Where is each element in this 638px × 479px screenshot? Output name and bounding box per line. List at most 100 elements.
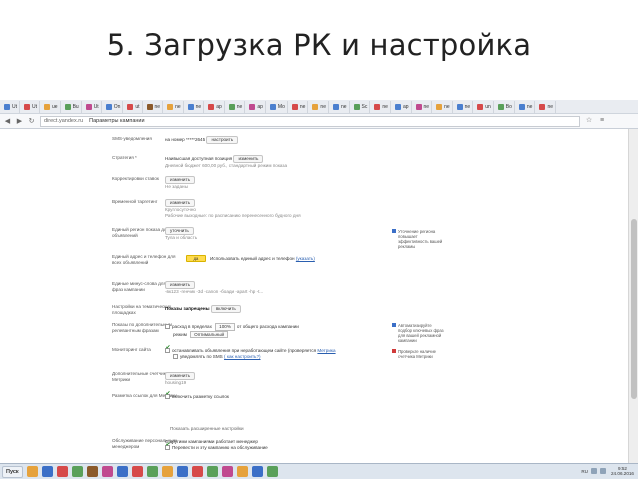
bookmark-item[interactable]: ne bbox=[434, 100, 453, 113]
back-icon[interactable]: ◀ bbox=[3, 117, 12, 126]
manager-checkbox[interactable] bbox=[165, 443, 171, 450]
language-indicator[interactable]: RU bbox=[581, 469, 588, 474]
bookmark-label: Bu bbox=[72, 103, 79, 110]
bookmark-item[interactable]: ne bbox=[517, 100, 536, 113]
taskbar-app-icon[interactable] bbox=[251, 466, 263, 477]
show-advanced-link[interactable]: Показать расширенные настройки bbox=[170, 426, 244, 431]
bookmark-item[interactable]: ne bbox=[310, 100, 329, 113]
taskbar-app-icon[interactable] bbox=[131, 466, 143, 477]
star-icon[interactable]: ☆ bbox=[585, 117, 593, 125]
negative-keywords-change-button[interactable]: изменить bbox=[165, 281, 195, 289]
manager-text: С другими кампаниями работает менеджер bbox=[165, 439, 258, 444]
sms-value: на номер *****2645 настроить bbox=[165, 136, 239, 144]
thematic-enable-button[interactable]: включить bbox=[210, 305, 241, 313]
bookmark-item[interactable]: ap bbox=[206, 100, 225, 113]
scrollbar-thumb[interactable] bbox=[631, 219, 637, 399]
time-targeting-change-button[interactable]: изменить bbox=[165, 199, 195, 207]
bookmark-item[interactable]: ue bbox=[42, 100, 61, 113]
bookmark-label: ne bbox=[526, 103, 533, 110]
taskbar-app-icon[interactable] bbox=[41, 466, 53, 477]
clock[interactable]: 9:52 24.06.2016 bbox=[611, 466, 634, 476]
bookmark-favicon-icon bbox=[44, 103, 50, 110]
bookmark-label: ne bbox=[299, 103, 306, 110]
bookmark-item[interactable]: ne bbox=[227, 100, 246, 113]
bookmark-item[interactable]: ne bbox=[414, 100, 433, 113]
taskbar-app-icon[interactable] bbox=[116, 466, 128, 477]
bookmark-item[interactable]: ne bbox=[165, 100, 184, 113]
how-to-setup-link[interactable]: ( как настроить?) bbox=[224, 354, 261, 359]
bookmark-item[interactable]: ne bbox=[186, 100, 205, 113]
address-specify-link[interactable]: (указать) bbox=[296, 256, 315, 261]
bookmark-item[interactable]: On bbox=[104, 100, 124, 113]
strategy-name: Наивысшая доступная позиция bbox=[165, 156, 233, 161]
taskbar-app-icon[interactable] bbox=[146, 466, 158, 477]
bookmark-item[interactable]: ne bbox=[290, 100, 309, 113]
bookmark-item[interactable]: ne bbox=[331, 100, 350, 113]
metrika-link[interactable]: Метрика bbox=[317, 348, 335, 353]
start-button[interactable]: Пуск bbox=[2, 465, 23, 478]
bookmark-label: un bbox=[485, 103, 491, 110]
bookmark-item[interactable]: ne bbox=[537, 100, 557, 113]
bookmark-item[interactable]: Ut bbox=[22, 100, 40, 113]
bookmark-item[interactable]: Mo bbox=[268, 100, 288, 113]
bookmark-label: ne bbox=[547, 103, 554, 110]
reload-icon[interactable]: ↻ bbox=[27, 117, 36, 126]
bookmark-item[interactable]: ne bbox=[145, 100, 164, 113]
menu-icon[interactable]: ≡ bbox=[598, 117, 606, 125]
taskbar-app-icon[interactable] bbox=[86, 466, 98, 477]
hint-text: Проверьте наличие счетчика Метрики bbox=[398, 349, 436, 359]
bookmark-item[interactable]: ne bbox=[372, 100, 391, 113]
bookmark-label: ue bbox=[52, 103, 58, 110]
link-tagging-checkbox[interactable] bbox=[165, 392, 171, 400]
url-input[interactable]: direct.yandex.ru Параметры кампании bbox=[40, 115, 580, 127]
taskbar-app-icon[interactable] bbox=[266, 466, 278, 477]
site-monitoring-checkbox[interactable] bbox=[165, 346, 171, 354]
extra-phrases-checkbox[interactable] bbox=[165, 324, 170, 330]
taskbar-app-icon[interactable] bbox=[26, 466, 38, 477]
bookmark-item[interactable]: ne bbox=[455, 100, 474, 113]
bookmark-item[interactable]: ut bbox=[125, 100, 143, 113]
taskbar-app-icon[interactable] bbox=[221, 466, 233, 477]
taskbar-app-icon[interactable] bbox=[206, 466, 218, 477]
volume-icon[interactable] bbox=[600, 468, 606, 474]
bookmark-item[interactable]: un bbox=[475, 100, 494, 113]
bookmark-favicon-icon bbox=[394, 103, 401, 110]
taskbar-app-icon[interactable] bbox=[176, 466, 188, 477]
strategy-change-button[interactable]: изменить bbox=[233, 155, 264, 163]
bookmark-item[interactable]: Bo bbox=[496, 100, 515, 113]
bookmark-item[interactable]: ap bbox=[393, 100, 412, 113]
start-label: Пуск bbox=[6, 468, 19, 475]
sms-phone: на номер *****2645 bbox=[165, 137, 206, 142]
region-refine-button[interactable]: уточнить bbox=[165, 227, 194, 235]
sms-setup-button[interactable]: настроить bbox=[206, 136, 239, 144]
network-icon[interactable] bbox=[591, 468, 597, 474]
tab-title[interactable]: Параметры кампании bbox=[89, 118, 144, 124]
bookmark-label: Ut bbox=[93, 103, 99, 110]
region-value: уточнить Тула и область bbox=[165, 227, 197, 241]
taskbar-app-icon[interactable] bbox=[191, 466, 203, 477]
extra-phrases-percent-select[interactable]: 100% bbox=[215, 323, 235, 331]
extra-phrases-mode-label: режим bbox=[173, 331, 187, 337]
bookmark-favicon-icon bbox=[187, 103, 194, 110]
bookmark-favicon-icon bbox=[208, 103, 215, 110]
address-toggle[interactable]: да bbox=[186, 255, 206, 262]
taskbar-app-icon[interactable] bbox=[236, 466, 248, 477]
sms-notify-checkbox[interactable] bbox=[173, 353, 178, 359]
address-phone-value: да Использовать единый адрес и телефон (у… bbox=[186, 255, 315, 262]
site-monitoring-text: останавливать объявления при неработающе… bbox=[172, 348, 317, 353]
bookmark-item[interactable]: Sc bbox=[352, 100, 371, 113]
bid-adjust-change-button[interactable]: изменить bbox=[165, 176, 195, 184]
warning-icon bbox=[392, 349, 396, 353]
bookmark-item[interactable]: Ut bbox=[2, 100, 20, 113]
bookmark-item[interactable]: ap bbox=[247, 100, 266, 113]
bookmark-item[interactable]: Ut bbox=[84, 100, 102, 113]
metrika-counters-change-button[interactable]: изменить bbox=[165, 372, 195, 380]
bookmark-item[interactable]: Bu bbox=[63, 100, 82, 113]
taskbar-app-icon[interactable] bbox=[56, 466, 68, 477]
page-scrollbar[interactable] bbox=[628, 129, 638, 463]
extra-phrases-mode-select[interactable]: Оптимальный bbox=[190, 330, 229, 338]
taskbar-app-icon[interactable] bbox=[101, 466, 113, 477]
taskbar-app-icon[interactable] bbox=[71, 466, 83, 477]
forward-icon[interactable]: ▶ bbox=[15, 117, 24, 126]
taskbar-app-icon[interactable] bbox=[161, 466, 173, 477]
